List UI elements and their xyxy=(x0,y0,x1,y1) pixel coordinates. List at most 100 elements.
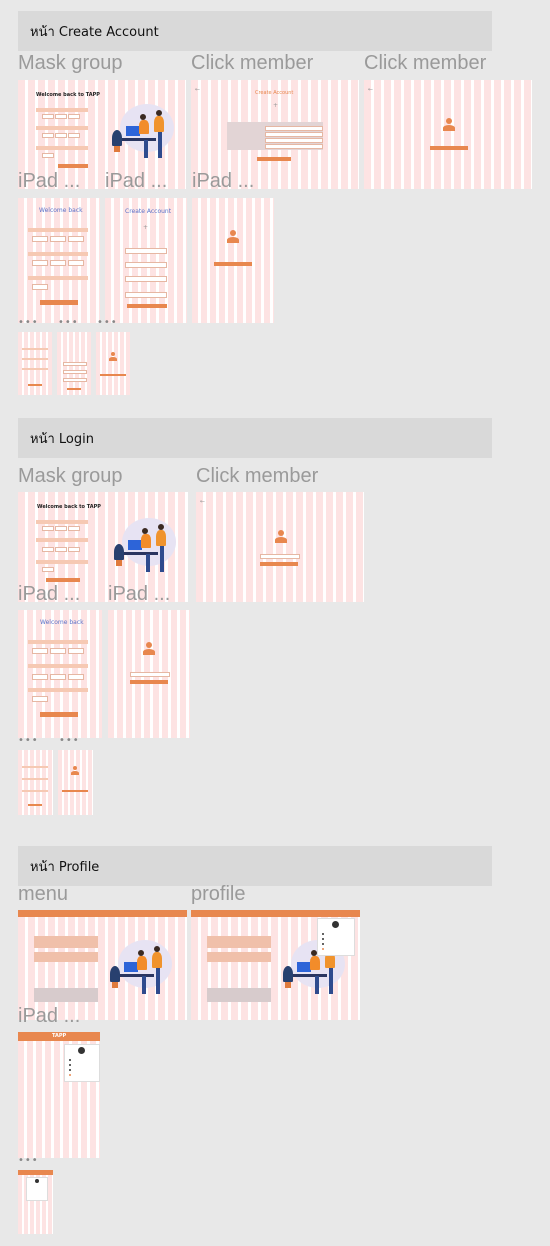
frame-label-ipad[interactable]: iPad ... xyxy=(108,583,170,606)
section-header-login[interactable]: หน้า Login xyxy=(18,418,492,458)
frame-label-profile[interactable]: profile xyxy=(191,883,245,906)
form-field[interactable] xyxy=(28,276,88,280)
click-member-desktop-frame[interactable]: ← xyxy=(364,80,532,189)
back-arrow-icon[interactable]: ← xyxy=(195,86,200,93)
section-header-create-account[interactable]: หน้า Create Account xyxy=(18,11,492,51)
profile-dropdown[interactable] xyxy=(317,918,355,956)
mobile-profile-frame[interactable] xyxy=(18,1170,53,1234)
login-button[interactable] xyxy=(62,790,88,792)
select-box[interactable] xyxy=(50,674,66,680)
add-photo-icon[interactable]: + xyxy=(273,102,278,109)
create-button[interactable] xyxy=(67,388,81,390)
frame-label-mask-group[interactable]: Mask group xyxy=(18,52,123,75)
frame-label-ipad[interactable]: iPad ... xyxy=(18,170,80,193)
frame-label-ipad[interactable]: iPad ... xyxy=(105,170,167,193)
select-box[interactable] xyxy=(68,648,84,654)
input-field[interactable] xyxy=(125,262,167,268)
select-box[interactable] xyxy=(55,133,67,138)
login-button[interactable] xyxy=(40,712,78,717)
form-field[interactable] xyxy=(36,126,88,130)
form-field[interactable] xyxy=(28,640,88,644)
form-field[interactable] xyxy=(28,228,88,232)
select-box[interactable] xyxy=(42,133,54,138)
ipad-profile-frame[interactable]: TAPP xyxy=(18,1032,100,1158)
select-box[interactable] xyxy=(42,547,54,552)
more-options-icon[interactable]: ••• xyxy=(18,318,39,328)
frame-label-ipad[interactable]: iPad ... xyxy=(18,1005,80,1028)
form-field[interactable] xyxy=(28,688,88,692)
more-options-icon[interactable]: ••• xyxy=(18,736,39,746)
profile-dropdown[interactable] xyxy=(26,1177,48,1201)
input-field[interactable] xyxy=(265,138,323,143)
select-box[interactable] xyxy=(55,114,67,119)
form-field[interactable] xyxy=(36,108,88,112)
input-field[interactable] xyxy=(63,362,87,366)
input-field[interactable] xyxy=(125,292,167,298)
form-field[interactable] xyxy=(28,664,88,668)
frame-label-click-member[interactable]: Click member xyxy=(364,52,486,75)
login-click-member-frame[interactable]: ← xyxy=(196,492,364,602)
back-arrow-icon[interactable]: ← xyxy=(368,86,373,93)
desktop-profile-frame[interactable] xyxy=(191,910,360,1020)
create-button[interactable] xyxy=(127,304,167,308)
select-box[interactable] xyxy=(55,547,67,552)
more-options-icon[interactable]: ••• xyxy=(59,736,80,746)
select-box[interactable] xyxy=(68,547,80,552)
section-header-profile[interactable]: หน้า Profile xyxy=(18,846,492,886)
select-box[interactable] xyxy=(42,567,54,572)
select-box[interactable] xyxy=(32,648,48,654)
mobile-login-click-member-frame[interactable] xyxy=(58,750,93,815)
input-field[interactable] xyxy=(125,248,167,254)
ipad-welcome-frame[interactable]: Welcome back xyxy=(18,198,100,323)
submit-button[interactable] xyxy=(40,300,78,305)
more-options-icon[interactable]: ••• xyxy=(18,1156,39,1166)
input-field[interactable] xyxy=(63,370,87,374)
mobile-click-member-frame[interactable] xyxy=(96,332,130,395)
form-field[interactable] xyxy=(36,538,88,542)
frame-label-mask-group[interactable]: Mask group xyxy=(18,465,123,488)
select-box[interactable] xyxy=(68,526,80,531)
add-photo-icon[interactable]: + xyxy=(143,224,148,231)
ipad-login-click-member-frame[interactable] xyxy=(108,610,190,738)
app-logo[interactable]: TAPP xyxy=(52,1033,66,1039)
input-field[interactable] xyxy=(125,276,167,282)
frame-label-ipad[interactable]: iPad ... xyxy=(192,170,254,193)
select-box[interactable] xyxy=(50,236,66,242)
input-field[interactable] xyxy=(265,144,323,149)
more-options-icon[interactable]: ••• xyxy=(58,318,79,328)
select-box[interactable] xyxy=(32,696,48,702)
select-box[interactable] xyxy=(50,648,66,654)
select-box[interactable] xyxy=(32,674,48,680)
form-field[interactable] xyxy=(36,560,88,564)
login-button[interactable] xyxy=(130,680,168,684)
input-field[interactable] xyxy=(63,378,87,382)
continue-button[interactable] xyxy=(214,262,252,266)
login-button[interactable] xyxy=(46,578,80,582)
select-box[interactable] xyxy=(32,236,48,242)
continue-button[interactable] xyxy=(100,374,126,376)
login-button[interactable] xyxy=(260,562,298,566)
ipad-click-member-frame[interactable] xyxy=(192,198,274,323)
login-button[interactable] xyxy=(28,804,42,806)
select-box[interactable] xyxy=(32,260,48,266)
select-box[interactable] xyxy=(42,114,54,119)
frame-label-ipad[interactable]: iPad ... xyxy=(18,583,80,606)
desktop-menu-frame[interactable] xyxy=(18,910,187,1020)
select-box[interactable] xyxy=(68,674,84,680)
profile-dropdown[interactable] xyxy=(64,1044,100,1082)
frame-label-click-member[interactable]: Click member xyxy=(196,465,318,488)
select-box[interactable] xyxy=(68,236,84,242)
continue-button[interactable] xyxy=(430,146,468,150)
select-box[interactable] xyxy=(68,114,80,119)
form-field[interactable] xyxy=(36,520,88,524)
submit-button[interactable] xyxy=(58,164,88,168)
submit-button[interactable] xyxy=(28,384,42,386)
frame-label-click-member[interactable]: Click member xyxy=(191,52,313,75)
mobile-create-account-frame[interactable] xyxy=(57,332,91,395)
password-field[interactable] xyxy=(130,672,170,677)
select-box[interactable] xyxy=(32,284,48,290)
back-arrow-icon[interactable]: ← xyxy=(200,498,205,505)
select-box[interactable] xyxy=(42,153,54,158)
form-field[interactable] xyxy=(36,146,88,150)
mobile-welcome-frame[interactable] xyxy=(18,332,52,395)
